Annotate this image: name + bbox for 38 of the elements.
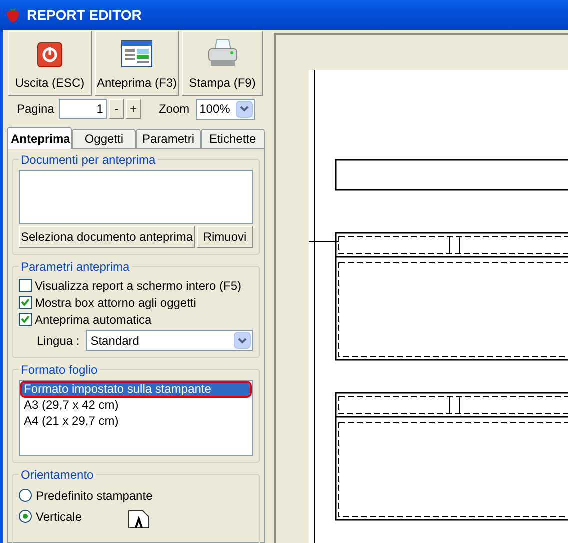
- sheet-format-list[interactable]: Formato impostato sulla stampante A3 (29,7 x 42 cm) A4 (21 x 29,7 cm): [19, 380, 253, 456]
- window-title: REPORT EDITOR: [27, 6, 142, 24]
- action-button[interactable]: Seleziona documento anteprima: [19, 226, 195, 248]
- tab[interactable]: Oggetti: [72, 129, 136, 148]
- language-dropdown[interactable]: Standard: [86, 330, 253, 351]
- toolbar-button[interactable]: Uscita (ESC): [8, 31, 92, 96]
- zoom-dropdown[interactable]: 100%: [196, 98, 255, 120]
- tab[interactable]: Parametri: [136, 129, 201, 148]
- portrait-page-icon: [128, 510, 150, 528]
- decrement-button[interactable]: -: [109, 99, 124, 119]
- field-label: Pagina: [17, 101, 54, 118]
- field-label: Lingua :: [37, 332, 80, 350]
- checkbox-label: Mostra box attorno agli oggetti: [35, 294, 196, 312]
- radio-label: Predefinito stampante: [36, 488, 153, 504]
- toolbar-button[interactable]: Stampa (F9): [182, 31, 263, 96]
- preview-window-icon: [121, 40, 153, 68]
- list-item[interactable]: Formato impostato sulla stampante: [22, 383, 250, 396]
- power-icon: [37, 42, 63, 68]
- action-button[interactable]: Rimuovi: [197, 226, 253, 248]
- radio-button[interactable]: [19, 489, 32, 502]
- printer-icon: [206, 38, 238, 68]
- checkbox-label: Visualizza report a schermo intero (F5): [35, 278, 242, 294]
- checkbox-label: Anteprima automatica: [35, 312, 152, 328]
- checkbox[interactable]: [19, 296, 32, 309]
- checkbox[interactable]: [19, 313, 32, 326]
- field-label: Zoom: [158, 101, 190, 118]
- page-field[interactable]: 1: [59, 99, 108, 119]
- tab[interactable]: Etichette: [200, 129, 265, 148]
- increment-button[interactable]: +: [126, 99, 141, 119]
- toolbar-button[interactable]: Anteprima (F3): [95, 31, 179, 96]
- list-item[interactable]: A3 (29,7 x 42 cm): [22, 399, 250, 412]
- documents-list[interactable]: [19, 170, 253, 224]
- radio-label: Verticale: [36, 508, 82, 526]
- radio-button[interactable]: [19, 510, 32, 523]
- list-item[interactable]: A4 (21 x 29,7 cm): [22, 415, 250, 428]
- checkbox[interactable]: [19, 279, 32, 292]
- strawberry-icon: [5, 6, 21, 24]
- tab[interactable]: Anteprima: [7, 127, 72, 149]
